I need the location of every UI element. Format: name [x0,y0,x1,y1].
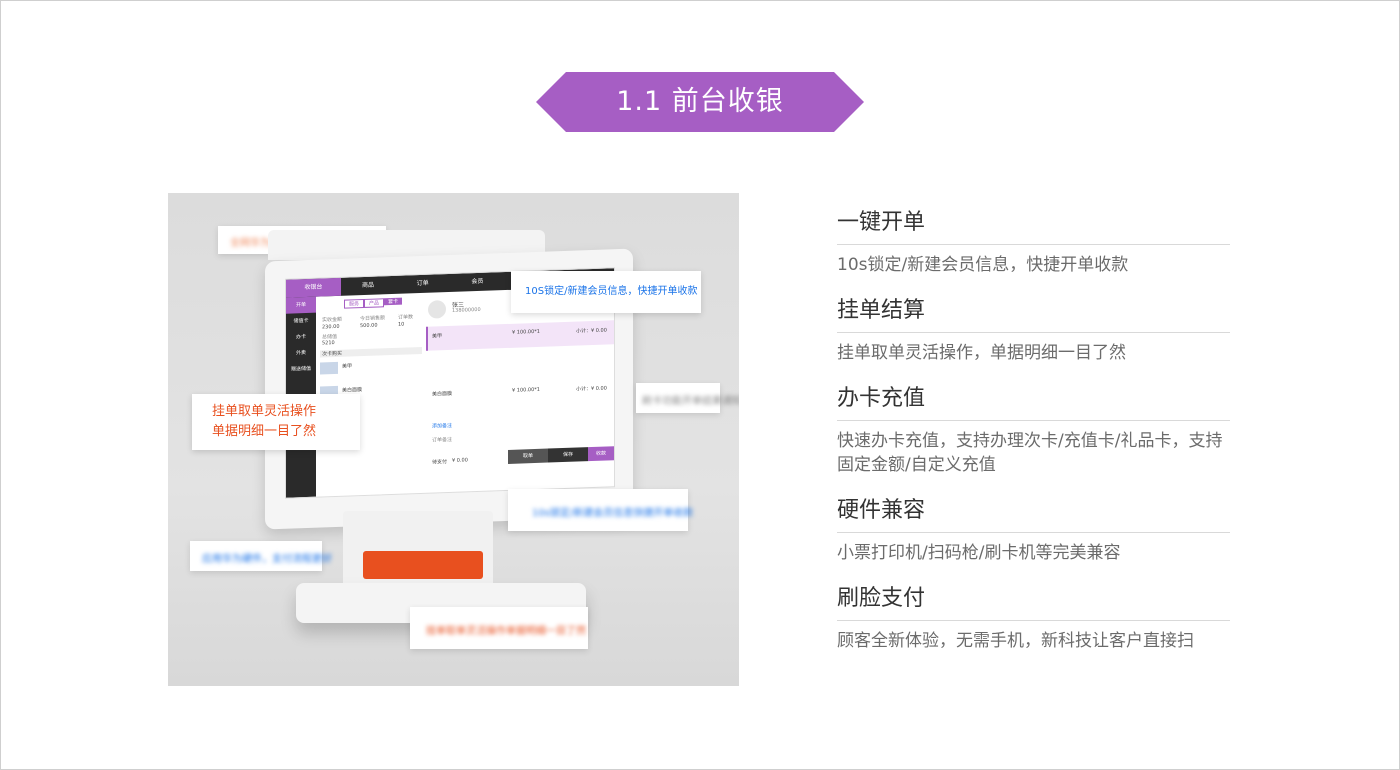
feature-face-pay: 刷脸支付 顾客全新体验，无需手机，新科技让客户直接扫 [837,584,1230,653]
sidebar-item: 储值卡 [293,317,309,325]
order-item-total: 小计：¥ 0.00 [576,327,607,335]
tab-product: 产品 [364,298,385,308]
feature-desc: 顾客全新体验，无需手机，新科技让客户直接扫 [837,631,1194,651]
section-banner: 1.1 前台收银 [536,72,864,132]
hold-button: 取单 [508,448,548,464]
product-photo: 全网华为硬件收银支付等等 收银台 商品 订单 会员 预约 通知 开单 储值卡 办… [168,193,739,686]
callout-hold-line1: 挂单取单灵活操作 [212,404,317,419]
sidebar-item: 办卡 [295,333,306,341]
blur-text-2: 10s锁定/新建会员信息快捷开单收款 [532,508,694,519]
callout-quick-order: 10S锁定/新建会员信息，快捷开单收款 [511,271,701,313]
feature-divider [837,332,1230,333]
blur-card-5: 刷卡功能开单结果通知 [636,383,739,413]
nav-item: 收银台 [286,277,341,298]
add-note-link: 添加备注 [432,422,453,430]
sidebar-item: 外卖 [295,349,306,357]
orange-accent-bar [363,551,483,579]
feature-hardware: 硬件兼容 小票打印机/扫码枪/刷卡机等完美兼容 [837,496,1230,565]
banner-title: 1.1 前台收银 [616,86,784,117]
nav-item: 会员 [471,277,484,286]
service-thumb [320,361,338,375]
blur-text-5: 刷卡功能开单结果通知 [642,396,739,407]
order-item-name: 美白面膜 [432,390,453,398]
order-item-price: ¥ 100.00*1 [512,386,540,394]
feature-desc: 快速办卡充值，支持办理次卡/充值卡/礼品卡，支持固定金额/自定义充值 [837,431,1223,475]
stat-label: 今日销售额 [360,315,386,323]
stat-value: 5210 [322,339,335,347]
callout-hold-order: 挂单取单灵活操作 单据明细一目了然 [192,394,360,450]
feature-quick-order: 一键开单 10s锁定/新建会员信息，快捷开单收款 [837,208,1230,277]
blur-card-2: 10s锁定/新建会员信息快捷开单收款 [508,489,694,531]
order-item-price: ¥ 100.00*1 [512,328,540,336]
feature-divider [837,244,1230,245]
feature-title: 硬件兼容 [837,498,926,523]
order-note-label: 订单备注 [432,436,453,444]
section-label: 次卡购买 [320,346,422,358]
order-item-total: 小计：¥ 0.00 [576,385,607,393]
blur-text-4: 应用华为硬件，支付流程更好 [202,554,332,565]
feature-title: 一键开单 [837,210,926,235]
callout-quick-order-text: 10S锁定/新建会员信息，快捷开单收款 [525,286,698,297]
sidebar-item: 赠送储值 [290,365,311,373]
save-button: 保存 [548,447,588,463]
member-phone: 138000000 [452,306,481,314]
feature-desc: 小票打印机/扫码枪/刷卡机等完美兼容 [837,543,1121,563]
pay-label: 待支付 [432,459,448,466]
service-name: 美白面膜 [342,387,363,394]
feature-card-recharge: 办卡充值 快速办卡充值，支持办理次卡/充值卡/礼品卡，支持固定金额/自定义充值 [837,384,1230,477]
blur-card-4: 应用华为硬件，支付流程更好 [190,541,332,571]
feature-divider [837,532,1230,533]
feature-hold-settle: 挂单结算 挂单取单灵活操作，单据明细一目了然 [837,296,1230,365]
stat-value: 230.00 [322,323,340,331]
stat-value: 500.00 [360,322,378,330]
feature-divider [837,420,1230,421]
feature-title: 刷脸支付 [837,586,926,611]
feature-desc: 10s锁定/新建会员信息，快捷开单收款 [837,255,1129,275]
feature-divider [837,620,1230,621]
nav-item: 订单 [416,279,429,288]
stat-label: 实收金额 [322,316,343,324]
checkout-button: 收款 [588,446,614,462]
pay-amount: ¥ 0.00 [452,457,468,464]
avatar [428,300,446,319]
service-name: 美甲 [342,363,353,370]
stat-label: 订单数 [398,314,414,321]
feature-title: 办卡充值 [837,386,926,411]
stat-value: 10 [398,321,405,328]
feature-desc: 挂单取单灵活操作，单据明细一目了然 [837,343,1126,363]
nav-item: 商品 [362,281,375,290]
sidebar-item: 开单 [286,296,316,314]
order-item-name: 美甲 [432,333,443,340]
blur-card-3: 挂单取单灵活操作单据明细一目了然 [410,607,588,649]
callout-hold-line2: 单据明细一目了然 [212,424,317,439]
tab-card: 套卡 [384,297,403,306]
blur-text-3: 挂单取单灵活操作单据明细一目了然 [426,626,586,637]
tab-service: 服务 [344,298,365,309]
feature-title: 挂单结算 [837,298,926,323]
